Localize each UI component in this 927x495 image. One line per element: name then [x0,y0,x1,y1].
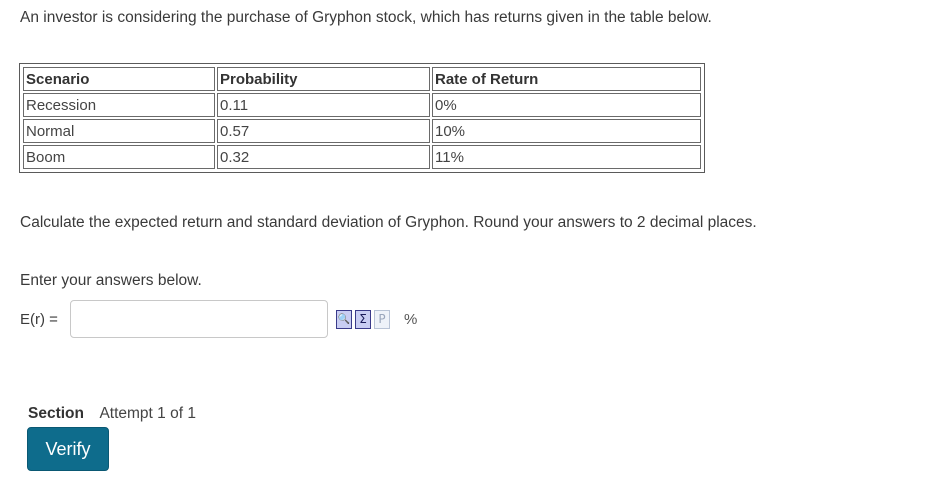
expected-return-input[interactable] [70,300,328,338]
header-rate-of-return: Rate of Return [432,67,701,91]
preview-icon[interactable]: 🔍 [336,310,352,329]
section-label: Section [28,405,84,422]
answer-tools: 🔍 Σ P [336,310,390,329]
cell-scenario: Boom [23,145,215,169]
question-intro: An investor is considering the purchase … [20,9,712,26]
cell-probability: 0.57 [217,119,430,143]
percent-unit: % [404,311,418,328]
cell-scenario: Normal [23,119,215,143]
question-page: An investor is considering the purchase … [0,0,927,495]
cell-probability: 0.32 [217,145,430,169]
table-row: Recession 0.11 0% [23,93,701,117]
question-instructions: Calculate the expected return and standa… [20,214,757,231]
header-scenario: Scenario [23,67,215,91]
answers-prompt: Enter your answers below. [20,272,202,289]
cell-rate-of-return: 11% [432,145,701,169]
returns-table-frame: Scenario Probability Rate of Return Rece… [19,63,705,173]
palette-icon: P [374,310,390,329]
verify-button[interactable]: Verify [27,427,109,471]
header-probability: Probability [217,67,430,91]
cell-rate-of-return: 0% [432,93,701,117]
returns-table: Scenario Probability Rate of Return Rece… [21,65,703,171]
section-info: Section Attempt 1 of 1 [28,405,196,423]
cell-probability: 0.11 [217,93,430,117]
table-row: Boom 0.32 11% [23,145,701,169]
cell-rate-of-return: 10% [432,119,701,143]
expected-return-label: E(r) = [20,311,58,328]
table-row: Normal 0.57 10% [23,119,701,143]
equation-editor-icon[interactable]: Σ [355,310,371,329]
table-header-row: Scenario Probability Rate of Return [23,67,701,91]
cell-scenario: Recession [23,93,215,117]
attempt-counter: Attempt 1 of 1 [99,405,196,422]
